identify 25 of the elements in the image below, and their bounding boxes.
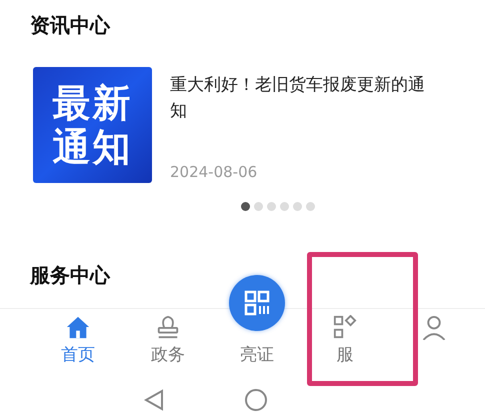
- qr-code-icon: [243, 289, 271, 317]
- page-dot[interactable]: [293, 202, 302, 211]
- qr-code-button[interactable]: [229, 275, 285, 331]
- news-thumbnail[interactable]: 最新 通知: [33, 67, 152, 183]
- page-dot[interactable]: [241, 202, 250, 211]
- stamp-icon: [155, 315, 181, 339]
- tab[interactable]: 政务: [148, 315, 188, 365]
- tab[interactable]: 亮证: [237, 345, 277, 365]
- page-dot[interactable]: [267, 202, 276, 211]
- page-dot[interactable]: [254, 202, 263, 211]
- page-dot[interactable]: [306, 202, 315, 211]
- person-icon: [421, 315, 447, 340]
- thumbnail-text: 通知: [52, 125, 132, 169]
- thumbnail-text: 最新: [52, 81, 132, 125]
- home-button-icon[interactable]: [244, 388, 268, 412]
- news-date: 2024-08-06: [170, 163, 258, 181]
- section-title: 资讯中心: [30, 12, 110, 39]
- grid-icon: [332, 315, 358, 339]
- page-dot[interactable]: [280, 202, 289, 211]
- home-icon: [65, 315, 91, 339]
- tab[interactable]: 服: [325, 315, 365, 365]
- news-title[interactable]: 重大利好！老旧货车报废更新的通知: [170, 72, 438, 124]
- back-icon[interactable]: [144, 389, 164, 411]
- tab[interactable]: 首页: [58, 315, 98, 365]
- section-title: 服务中心: [30, 262, 110, 289]
